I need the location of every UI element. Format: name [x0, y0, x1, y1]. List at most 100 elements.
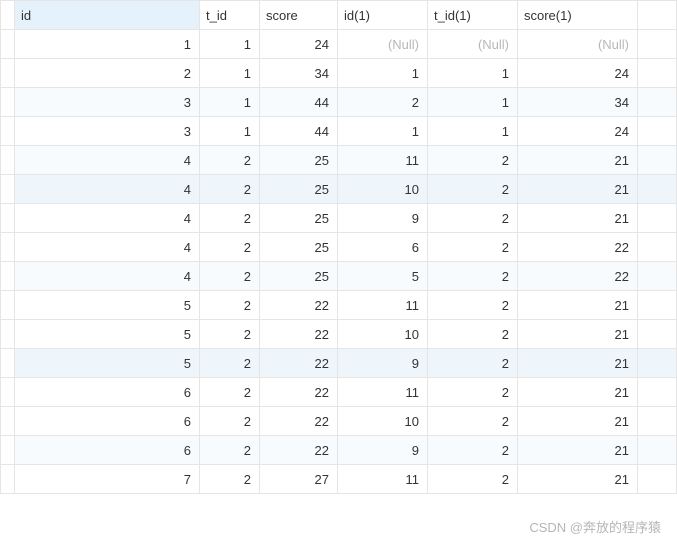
cell-id[interactable]: 4	[15, 204, 200, 233]
cell-t_id1[interactable]: 2	[428, 407, 518, 436]
cell-t_id[interactable]: 1	[200, 59, 260, 88]
row-header-cell[interactable]	[1, 262, 15, 291]
table-row[interactable]: 42256222	[1, 233, 677, 262]
cell-t_id[interactable]: 2	[200, 349, 260, 378]
row-header-cell[interactable]	[1, 117, 15, 146]
cell-score[interactable]: 25	[260, 233, 338, 262]
table-row[interactable]: 42255222	[1, 262, 677, 291]
cell-id1[interactable]: 10	[338, 320, 428, 349]
table-row[interactable]: 722711221	[1, 465, 677, 494]
cell-id1[interactable]: 11	[338, 465, 428, 494]
cell-id[interactable]: 6	[15, 436, 200, 465]
table-row[interactable]: 422511221	[1, 146, 677, 175]
cell-score1[interactable]: 21	[518, 465, 638, 494]
cell-t_id[interactable]: 2	[200, 436, 260, 465]
cell-t_id[interactable]: 2	[200, 146, 260, 175]
cell-score1[interactable]: 21	[518, 146, 638, 175]
column-header-score[interactable]: score	[260, 1, 338, 30]
cell-id[interactable]: 6	[15, 378, 200, 407]
cell-id[interactable]: 4	[15, 262, 200, 291]
row-header-cell[interactable]	[1, 465, 15, 494]
column-header-score1[interactable]: score(1)	[518, 1, 638, 30]
cell-t_id[interactable]: 1	[200, 88, 260, 117]
cell-id1[interactable]: 6	[338, 233, 428, 262]
row-header-cell[interactable]	[1, 320, 15, 349]
cell-t_id1[interactable]: 1	[428, 59, 518, 88]
cell-id[interactable]: 2	[15, 59, 200, 88]
cell-id1[interactable]: 10	[338, 407, 428, 436]
cell-id1[interactable]: 9	[338, 349, 428, 378]
cell-t_id1[interactable]: 2	[428, 291, 518, 320]
cell-score[interactable]: 25	[260, 204, 338, 233]
table-row[interactable]: 422510221	[1, 175, 677, 204]
cell-id[interactable]: 1	[15, 30, 200, 59]
table-row[interactable]: 622211221	[1, 378, 677, 407]
cell-score1[interactable]: 24	[518, 59, 638, 88]
cell-score[interactable]: 24	[260, 30, 338, 59]
cell-score1[interactable]: 21	[518, 378, 638, 407]
table-row[interactable]: 31441124	[1, 117, 677, 146]
row-header-cell[interactable]	[1, 436, 15, 465]
cell-t_id[interactable]: 2	[200, 320, 260, 349]
cell-score1[interactable]: 21	[518, 204, 638, 233]
cell-score[interactable]: 44	[260, 117, 338, 146]
cell-id1[interactable]: 5	[338, 262, 428, 291]
row-header-cell[interactable]	[1, 349, 15, 378]
cell-id1[interactable]: 1	[338, 117, 428, 146]
cell-id1[interactable]: 2	[338, 88, 428, 117]
cell-t_id1[interactable]: 2	[428, 233, 518, 262]
cell-score[interactable]: 25	[260, 262, 338, 291]
cell-t_id[interactable]: 2	[200, 204, 260, 233]
cell-score1[interactable]: 21	[518, 175, 638, 204]
cell-id1[interactable]: 11	[338, 378, 428, 407]
cell-score1[interactable]: 21	[518, 407, 638, 436]
cell-score1[interactable]: 21	[518, 320, 638, 349]
table-row[interactable]: 21341124	[1, 59, 677, 88]
cell-t_id1[interactable]: 2	[428, 320, 518, 349]
cell-t_id1[interactable]: 2	[428, 436, 518, 465]
cell-t_id[interactable]: 2	[200, 291, 260, 320]
cell-id1[interactable]: 1	[338, 59, 428, 88]
row-header-cell[interactable]	[1, 291, 15, 320]
cell-id[interactable]: 7	[15, 465, 200, 494]
cell-id[interactable]: 3	[15, 88, 200, 117]
cell-score[interactable]: 27	[260, 465, 338, 494]
cell-score1[interactable]: 22	[518, 262, 638, 291]
column-header-id[interactable]: id	[15, 1, 200, 30]
cell-id[interactable]: 5	[15, 349, 200, 378]
cell-score[interactable]: 22	[260, 407, 338, 436]
cell-score[interactable]: 22	[260, 436, 338, 465]
cell-id1[interactable]: 9	[338, 436, 428, 465]
cell-score[interactable]: 22	[260, 291, 338, 320]
cell-score[interactable]: 25	[260, 146, 338, 175]
cell-score1[interactable]: 24	[518, 117, 638, 146]
row-header-cell[interactable]	[1, 88, 15, 117]
row-header-cell[interactable]	[1, 378, 15, 407]
cell-score[interactable]: 34	[260, 59, 338, 88]
cell-t_id1[interactable]: (Null)	[428, 30, 518, 59]
table-row[interactable]: 52229221	[1, 349, 677, 378]
cell-score[interactable]: 25	[260, 175, 338, 204]
cell-id[interactable]: 4	[15, 233, 200, 262]
table-row[interactable]: 622210221	[1, 407, 677, 436]
cell-t_id1[interactable]: 1	[428, 117, 518, 146]
cell-t_id[interactable]: 2	[200, 465, 260, 494]
cell-id[interactable]: 5	[15, 291, 200, 320]
row-header-cell[interactable]	[1, 30, 15, 59]
cell-t_id[interactable]: 2	[200, 407, 260, 436]
cell-score1[interactable]: 21	[518, 291, 638, 320]
column-header-t_id[interactable]: t_id	[200, 1, 260, 30]
cell-t_id1[interactable]: 2	[428, 175, 518, 204]
cell-score[interactable]: 44	[260, 88, 338, 117]
table-row[interactable]: 42259221	[1, 204, 677, 233]
cell-id1[interactable]: (Null)	[338, 30, 428, 59]
result-grid[interactable]: id t_id score id(1) t_id(1) score(1) 112…	[0, 0, 677, 494]
cell-score1[interactable]: 21	[518, 436, 638, 465]
cell-id1[interactable]: 9	[338, 204, 428, 233]
cell-t_id[interactable]: 2	[200, 262, 260, 291]
cell-id[interactable]: 3	[15, 117, 200, 146]
table-row[interactable]: 62229221	[1, 436, 677, 465]
cell-t_id[interactable]: 1	[200, 30, 260, 59]
cell-t_id1[interactable]: 2	[428, 349, 518, 378]
row-header-cell[interactable]	[1, 146, 15, 175]
